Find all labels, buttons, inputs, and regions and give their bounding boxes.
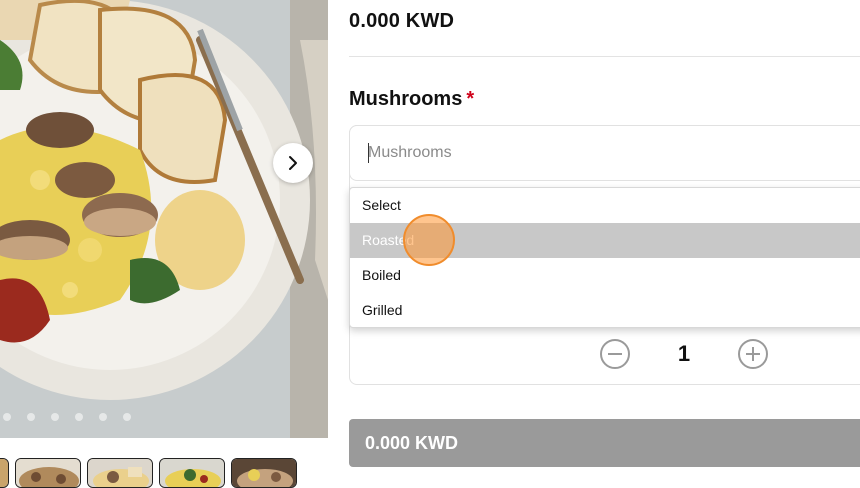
text-caret <box>368 143 369 163</box>
required-mark: * <box>466 88 475 110</box>
mushrooms-select-input[interactable]: Mushrooms <box>349 125 860 181</box>
divider <box>349 56 860 57</box>
gallery-thumbnail[interactable] <box>159 458 225 488</box>
gallery-next-button[interactable] <box>273 143 313 183</box>
quantity-stepper: 1 <box>599 338 769 370</box>
click-indicator <box>403 214 455 266</box>
quantity-value: 1 <box>677 341 691 366</box>
option-group-label: Mushrooms <box>349 88 463 110</box>
gallery-thumbnails <box>0 458 297 488</box>
gallery-thumbnail[interactable] <box>87 458 153 488</box>
product-price: 0.000 KWD <box>349 10 455 32</box>
gallery-dot[interactable] <box>27 413 35 421</box>
minus-circle-icon[interactable] <box>599 338 631 370</box>
plus-circle-icon[interactable] <box>737 338 769 370</box>
gallery-dot[interactable] <box>99 413 107 421</box>
product-image-gallery <box>0 0 328 438</box>
gallery-dot[interactable] <box>3 413 11 421</box>
product-photo <box>0 0 328 438</box>
gallery-dot[interactable] <box>75 413 83 421</box>
gallery-dot[interactable] <box>123 413 131 421</box>
gallery-pagination-dots <box>0 413 131 421</box>
option-group-title: Mushrooms * <box>349 88 474 111</box>
gallery-dot[interactable] <box>51 413 59 421</box>
chevron-right-icon <box>289 156 297 170</box>
gallery-thumbnail[interactable] <box>15 458 81 488</box>
gallery-thumbnail[interactable] <box>231 458 297 488</box>
gallery-thumbnail[interactable] <box>0 458 9 488</box>
add-to-cart-button[interactable]: 0.000 KWD <box>349 419 860 467</box>
dropdown-option-grilled[interactable]: Grilled <box>350 293 860 327</box>
